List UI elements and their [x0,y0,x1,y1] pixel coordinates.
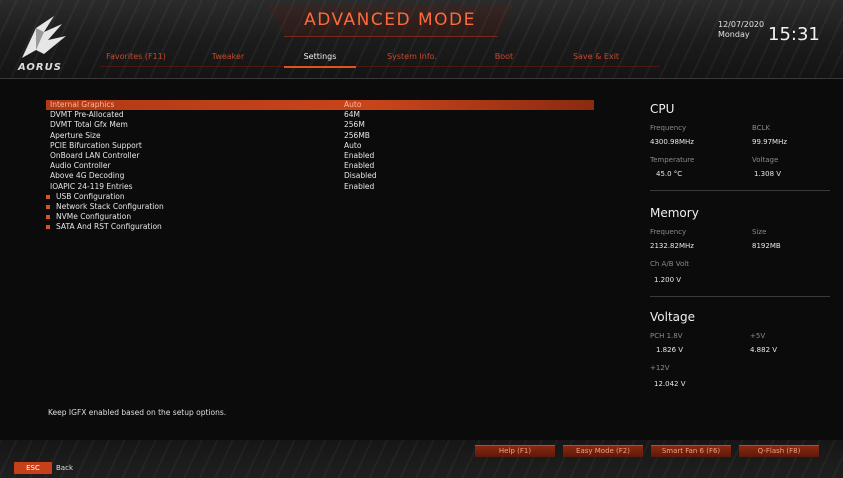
setting-label: OnBoard LAN Controller [50,150,140,160]
pch-voltage-label: PCH 1.8V [650,332,683,340]
brand-logo: AORUS [18,62,62,73]
mode-title: ADVANCED MODE [304,10,476,30]
setting-row-onboard-lan[interactable]: OnBoard LAN Controller Enabled [46,151,594,161]
memory-volt-label: Ch A/B Volt [650,260,689,268]
setting-label: DVMT Total Gfx Mem [50,120,128,130]
submenu-bullet-icon [46,215,50,220]
memory-title: Memory [650,206,699,220]
submenu-bullet-icon [46,204,50,209]
submenu-network-stack[interactable]: Network Stack Configuration [46,202,594,212]
cpu-bclk-label: BCLK [752,124,771,132]
submenu-label: Network Stack Configuration [56,201,164,211]
tab-bar: Favorites (F11) Tweaker Settings System … [90,50,642,70]
setting-value[interactable]: Enabled [344,161,374,171]
submenu-bullet-icon [46,225,50,230]
5v-value: 4.882 V [750,346,778,354]
tab-save-exit[interactable]: Save & Exit [550,50,642,70]
setting-value[interactable]: Disabled [344,171,377,181]
smart-fan-button[interactable]: Smart Fan 6 (F6) [651,445,731,457]
datetime: 12/07/2020 Monday 15:31 [718,20,820,45]
pch-voltage-value: 1.826 V [656,346,684,354]
5v-label: +5V [750,332,766,340]
submenu-nvme-configuration[interactable]: NVMe Configuration [46,212,594,222]
clock-time: 15:31 [768,24,820,45]
setting-label: Aperture Size [50,130,101,140]
setting-row-ioapic-entries[interactable]: IOAPIC 24-119 Entries Enabled [46,182,594,192]
memory-volt-value: 1.200 V [654,276,682,284]
panel-divider [650,296,830,297]
q-flash-button[interactable]: Q-Flash (F8) [739,445,819,457]
cpu-frequency-label: Frequency [650,124,687,132]
cpu-frequency-value: 4300.98MHz [650,138,694,146]
back-label[interactable]: Back [56,462,73,474]
setting-row-above-4g-decoding[interactable]: Above 4G Decoding Disabled [46,171,594,181]
setting-label: Audio Controller [50,161,111,171]
setting-value[interactable]: Enabled [344,182,374,192]
cpu-voltage-value: 1.308 V [754,170,782,178]
setting-row-pcie-bifurcation[interactable]: PCIE Bifurcation Support Auto [46,141,594,151]
memory-panel: Memory Frequency Size 2132.82MHz 8192MB … [650,206,830,297]
memory-size-value: 8192MB [752,242,781,250]
help-description: Keep IGFX enabled based on the setup opt… [48,408,227,417]
easy-mode-button[interactable]: Easy Mode (F2) [563,445,643,457]
submenu-bullet-icon [46,194,50,199]
tab-favorites[interactable]: Favorites (F11) [90,50,182,70]
memory-frequency-value: 2132.82MHz [650,242,694,250]
voltage-title: Voltage [650,310,696,324]
setting-value[interactable]: 256MB [344,131,370,141]
aorus-eagle-icon [14,10,74,70]
setting-label: IOAPIC 24-119 Entries [50,181,133,191]
help-button[interactable]: Help (F1) [475,445,555,457]
submenu-label: SATA And RST Configuration [56,222,162,232]
cpu-bclk-value: 99.97MHz [752,138,788,146]
setting-value[interactable]: Auto [344,100,361,110]
esc-key-button[interactable]: ESC [14,462,52,474]
memory-frequency-label: Frequency [650,228,687,236]
setting-label: PCIE Bifurcation Support [50,140,142,150]
setting-row-aperture-size[interactable]: Aperture Size 256MB [46,131,594,141]
panel-divider [650,190,830,191]
setting-value[interactable]: 256M [344,120,365,130]
header-bar: AORUS ADVANCED MODE Favorites (F11) Twea… [0,0,843,79]
cpu-title: CPU [650,102,675,116]
voltage-panel: Voltage PCH 1.8V +5V 1.826 V 4.882 V +12… [650,310,830,400]
cpu-panel: CPU Frequency BCLK 4300.98MHz 99.97MHz T… [650,102,830,192]
setting-row-dvmt-total-gfx-mem[interactable]: DVMT Total Gfx Mem 256M [46,120,594,130]
cpu-voltage-label: Voltage [752,156,779,164]
submenu-usb-configuration[interactable]: USB Configuration [46,192,594,202]
setting-label: Above 4G Decoding [50,171,125,181]
memory-size-label: Size [752,228,767,236]
setting-label: DVMT Pre-Allocated [50,110,124,120]
submenu-label: NVMe Configuration [56,212,132,222]
12v-label: +12V [650,364,670,372]
setting-value[interactable]: Auto [344,141,361,151]
tab-system-info[interactable]: System Info. [366,50,458,70]
settings-list: Internal Graphics Auto DVMT Pre-Allocate… [46,100,594,232]
submenu-label: USB Configuration [56,191,125,201]
setting-row-dvmt-pre-allocated[interactable]: DVMT Pre-Allocated 64M [46,110,594,120]
weekday: Monday [718,30,750,39]
tab-settings[interactable]: Settings [274,50,366,70]
12v-value: 12.042 V [654,380,686,388]
date: 12/07/2020 [718,20,765,29]
setting-value[interactable]: Enabled [344,151,374,161]
tab-tweaker[interactable]: Tweaker [182,50,274,70]
tab-boot[interactable]: Boot [458,50,550,70]
cpu-temperature-value: 45.0 °C [656,170,683,178]
setting-value[interactable]: 64M [344,110,360,120]
setting-row-audio-controller[interactable]: Audio Controller Enabled [46,161,594,171]
submenu-sata-rst[interactable]: SATA And RST Configuration [46,222,594,232]
cpu-temperature-label: Temperature [650,156,695,164]
setting-label: Internal Graphics [50,100,115,109]
setting-row-internal-graphics[interactable]: Internal Graphics Auto [46,100,594,111]
